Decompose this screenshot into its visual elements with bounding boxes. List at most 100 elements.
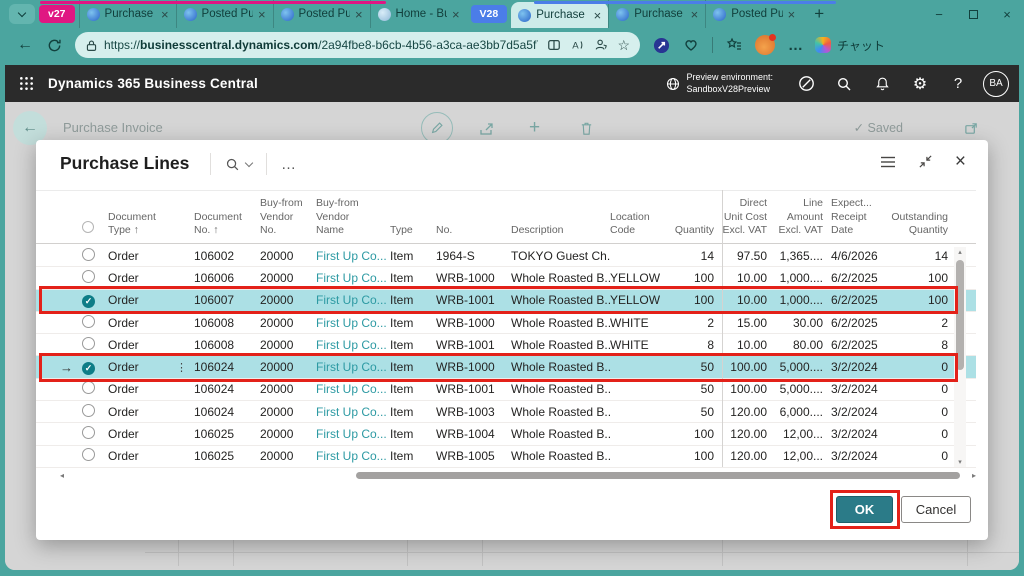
popout-icon[interactable]	[964, 121, 979, 136]
cell-document-no[interactable]: 106008	[194, 316, 260, 330]
row-select-radio[interactable]: ✓	[82, 270, 95, 283]
col-direct-unit-cost[interactable]: Direct Unit Cost Excl. VAT	[722, 197, 773, 238]
tab-close-icon[interactable]: ×	[691, 8, 699, 21]
minimize-button[interactable]: −	[922, 7, 956, 22]
cell-vendor-name-link[interactable]: First Up Co...	[316, 249, 390, 263]
col-document-type[interactable]: Document Type ↑	[108, 211, 194, 238]
col-buy-from-vendor-no[interactable]: Buy-from Vendor No.	[260, 197, 316, 238]
cell-vendor-name-link[interactable]: First Up Co...	[316, 427, 390, 441]
dialog-search-button[interactable]	[225, 157, 252, 172]
table-row[interactable]: ✓ Order 106008 20000 First Up Co... Item…	[36, 334, 976, 356]
col-location-code[interactable]: Location Code	[610, 211, 665, 238]
browser-tab[interactable]: Home - Busin ×	[370, 0, 467, 28]
cell-vendor-no[interactable]: 20000	[260, 360, 316, 374]
tab-close-icon[interactable]: ×	[161, 8, 169, 21]
cell-vendor-no[interactable]: 20000	[260, 271, 316, 285]
row-select-radio[interactable]: ✓	[82, 362, 95, 375]
table-row[interactable]: ✓ Order 106006 20000 First Up Co... Item…	[36, 267, 976, 289]
cell-vendor-name-link[interactable]: First Up Co...	[316, 360, 390, 374]
delete-trash-icon[interactable]	[579, 121, 594, 136]
browser-tab[interactable]: Posted Purcha ×	[273, 0, 370, 28]
cell-vendor-no[interactable]: 20000	[260, 449, 316, 463]
table-row[interactable]: ✓ Order 106024 20000 First Up Co... Item…	[36, 379, 976, 401]
more-options-icon[interactable]: …	[281, 156, 296, 173]
col-document-no[interactable]: Document No. ↑	[194, 211, 260, 238]
table-row[interactable]: ✓ Order 106024 20000 First Up Co... Item…	[36, 401, 976, 423]
refresh-button[interactable]	[47, 38, 62, 53]
row-select-radio[interactable]: ✓	[82, 404, 95, 417]
browser-tab[interactable]: Purchase Invo ×	[79, 0, 176, 28]
window-close-button[interactable]: ×	[990, 7, 1024, 22]
horizontal-scrollbar[interactable]: ◂ ▸	[60, 471, 976, 481]
browser-tab[interactable]: Posted Purcha ×	[705, 0, 802, 28]
help-icon[interactable]: ?	[939, 75, 977, 92]
search-icon[interactable]	[825, 76, 863, 92]
browser-tab[interactable]: Posted Purcha ×	[176, 0, 273, 28]
tab-close-icon[interactable]: ×	[258, 8, 266, 21]
browser-profile-avatar[interactable]	[755, 35, 775, 55]
tab-close-icon[interactable]: ×	[788, 8, 796, 21]
cell-vendor-name-link[interactable]: First Up Co...	[316, 449, 390, 463]
dialog-close-icon[interactable]: ×	[955, 152, 966, 171]
cell-vendor-no[interactable]: 20000	[260, 405, 316, 419]
collapse-dialog-icon[interactable]	[918, 154, 933, 169]
maximize-button[interactable]	[956, 10, 990, 19]
cell-vendor-no[interactable]: 20000	[260, 293, 316, 307]
table-row[interactable]: → ✓ Order⋮ 106024 20000 First Up Co... I…	[36, 356, 976, 378]
cell-item-no[interactable]: WRB-1003	[436, 405, 511, 419]
table-row[interactable]: ✓ Order 106007 20000 First Up Co... Item…	[36, 290, 976, 312]
bc-copilot-icon[interactable]	[787, 75, 825, 92]
horizontal-scroll-thumb[interactable]	[356, 472, 960, 479]
select-all-radio[interactable]	[82, 221, 94, 233]
col-type[interactable]: Type	[390, 224, 436, 238]
row-select-radio[interactable]: ✓	[82, 315, 95, 328]
user-avatar[interactable]: BA	[983, 71, 1009, 97]
favorites-bar-icon[interactable]	[726, 37, 742, 53]
cell-item-no[interactable]: WRB-1001	[436, 293, 511, 307]
tab-close-icon[interactable]: ×	[355, 8, 363, 21]
tab-group-badge[interactable]: v27	[39, 5, 75, 23]
tab-close-icon[interactable]: ×	[594, 9, 602, 22]
col-buy-from-vendor-name[interactable]: Buy-from Vendor Name	[316, 197, 390, 238]
scroll-up-icon[interactable]: ▴	[954, 248, 966, 256]
cell-vendor-name-link[interactable]: First Up Co...	[316, 382, 390, 396]
vertical-scroll-thumb[interactable]	[956, 260, 964, 370]
row-select-radio[interactable]: ✓	[82, 337, 95, 350]
scroll-left-icon[interactable]: ◂	[60, 471, 64, 480]
back-button[interactable]: ←	[17, 36, 33, 54]
cell-item-no[interactable]: WRB-1000	[436, 271, 511, 285]
row-menu-icon[interactable]: ⋮	[176, 361, 188, 374]
url-field[interactable]: https://businesscentral.dynamics.com/2a9…	[75, 32, 640, 58]
table-row[interactable]: ✓ Order 106008 20000 First Up Co... Item…	[36, 312, 976, 334]
col-expected-receipt-date[interactable]: Expect... Receipt Date	[829, 197, 882, 238]
share-icon[interactable]	[479, 121, 495, 137]
col-no[interactable]: No.	[436, 224, 511, 238]
cell-vendor-no[interactable]: 20000	[260, 338, 316, 352]
cell-item-no[interactable]: WRB-1001	[436, 382, 511, 396]
ok-button[interactable]: OK	[836, 496, 893, 523]
cell-document-no[interactable]: 106025	[194, 449, 260, 463]
environment-indicator[interactable]: Preview environment:SandboxV28Preview	[666, 72, 773, 95]
row-select-radio[interactable]: ✓	[82, 248, 95, 261]
cell-document-no[interactable]: 106024	[194, 382, 260, 396]
cell-vendor-name-link[interactable]: First Up Co...	[316, 405, 390, 419]
col-line-amount[interactable]: Line Amount Excl. VAT	[773, 197, 829, 238]
cell-vendor-no[interactable]: 20000	[260, 382, 316, 396]
cell-vendor-no[interactable]: 20000	[260, 249, 316, 263]
waffle-icon[interactable]	[19, 76, 34, 91]
scroll-down-icon[interactable]: ▾	[954, 458, 966, 466]
cell-vendor-no[interactable]: 20000	[260, 427, 316, 441]
row-select-radio[interactable]: ✓	[82, 448, 95, 461]
table-row[interactable]: ✓ Order 106025 20000 First Up Co... Item…	[36, 423, 976, 445]
cell-vendor-name-link[interactable]: First Up Co...	[316, 271, 390, 285]
cell-item-no[interactable]: WRB-1005	[436, 449, 511, 463]
tab-close-icon[interactable]: ×	[452, 8, 460, 21]
col-outstanding-quantity[interactable]: Outstanding Quantity	[882, 211, 952, 238]
tab-group-badge[interactable]: V28	[471, 5, 508, 23]
browser-tab[interactable]: Purchase Invoi ×	[511, 2, 608, 28]
cell-item-no[interactable]: WRB-1000	[436, 316, 511, 330]
cell-document-no[interactable]: 106002	[194, 249, 260, 263]
list-view-icon[interactable]	[880, 155, 896, 169]
cell-item-no[interactable]: WRB-1004	[436, 427, 511, 441]
table-row[interactable]: ✓ Order 106025 20000 First Up Co... Item…	[36, 446, 976, 468]
